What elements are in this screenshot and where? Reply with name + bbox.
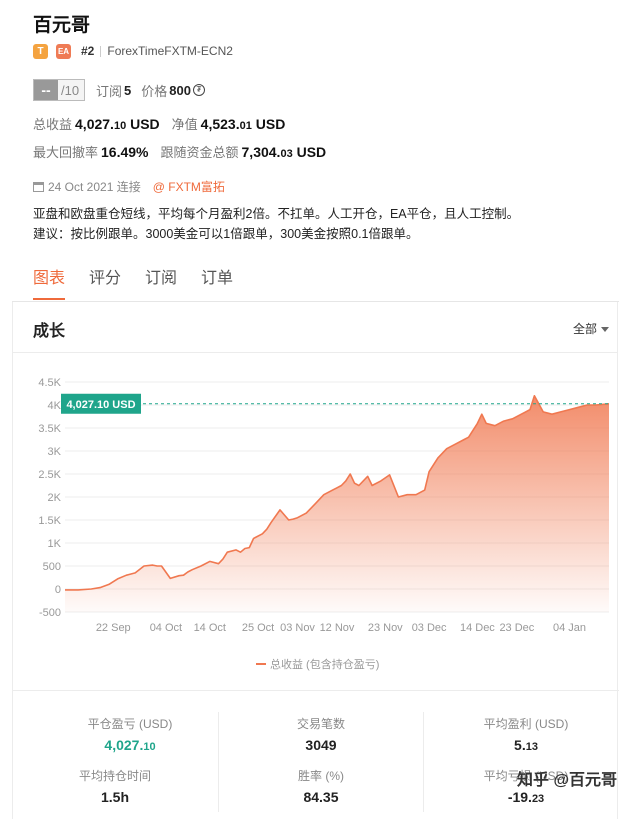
y-tick-label: 2.5K <box>38 469 61 481</box>
y-tick-label: 3K <box>48 446 62 458</box>
tab-chart[interactable]: 图表 <box>33 264 66 300</box>
drawdown-row: 最大回撤率 16.49% 跟随资金总额 7,304.03 USD <box>33 142 338 162</box>
score-box: -- /10 <box>33 79 85 101</box>
score-row: -- /10 订阅 5 价格 800 ₮ <box>33 79 205 101</box>
kpi-trade-count: 交易笔数 3049 <box>296 717 345 753</box>
price-value: 800 <box>169 82 191 98</box>
x-tick-label: 12 Nov <box>320 622 355 634</box>
y-tick-label: 1K <box>48 538 62 550</box>
x-tick-label: 04 Jan <box>553 622 586 634</box>
x-tick-label: 22 Sep <box>96 622 131 634</box>
connected-row: 24 Oct 2021 连接 @ FXTM富拓 <box>33 178 225 195</box>
follow-funds-label: 跟随资金总额 <box>160 145 239 160</box>
tab-rating[interactable]: 评分 <box>89 264 121 300</box>
trader-type-badge: T <box>33 43 48 59</box>
total-profit-value: 4,027.10 USD <box>75 116 160 132</box>
price-label: 价格 <box>141 83 168 99</box>
y-tick-label: 0 <box>55 584 61 596</box>
y-tick-label: 4K <box>48 400 62 412</box>
x-tick-label: 23 Dec <box>499 622 534 634</box>
y-tick-label: 500 <box>43 561 61 573</box>
calendar-icon <box>33 181 44 192</box>
trader-name: 百元哥 <box>33 15 91 36</box>
x-tick-label: 04 Oct <box>150 622 182 634</box>
divider <box>218 712 219 812</box>
divider <box>423 712 424 812</box>
y-tick-label: 4.5K <box>38 377 61 389</box>
trader-meta: T EA #2 ForexTimeFXTM-ECN2 <box>33 43 233 59</box>
y-tick-label: -500 <box>39 607 61 619</box>
score-denominator: /10 <box>61 82 80 98</box>
subscriptions-label: 订阅 <box>96 83 123 99</box>
x-tick-label: 03 Nov <box>280 622 315 634</box>
strategy-description: 亚盘和欧盘重仓短线，平均每个月盈利2倍。不扛单。人工开仓，EA平仓，且人工控制。… <box>33 204 613 244</box>
total-profit-label: 总收益 <box>33 117 73 132</box>
subscriptions-value: 5 <box>124 82 132 98</box>
follow-funds-value: 7,304.03 USD <box>241 144 327 160</box>
rank-label: #2 <box>81 44 95 58</box>
kpi-closed-pnl: 平仓盈亏 (USD) 4,027.10 <box>87 717 173 753</box>
tab-subscribe[interactable]: 订阅 <box>145 264 177 300</box>
y-tick-label: 1.5K <box>38 515 61 527</box>
net-value-value: 4,523.01 USD <box>200 116 286 132</box>
growth-chart: 4.5K 4K 3.5K 3K 2.5K 2K 1.5K 1K 500 0 -500 22 Sep 04… <box>38 377 610 671</box>
x-tick-label: 14 Dec <box>460 622 495 634</box>
legend-label: 总收益 (包含持仓盈亏) <box>270 657 379 671</box>
tab-bar: 图表 评分 订阅 订单 <box>33 264 257 300</box>
description-line: 亚盘和欧盘重仓短线，平均每个月盈利2倍。不扛单。人工开仓，EA平仓，且人工控制。 <box>33 207 520 221</box>
coin-icon: ₮ <box>192 84 205 96</box>
score-value: -- <box>34 80 58 100</box>
y-tick-label: 3.5K <box>38 423 61 435</box>
divider <box>12 690 619 691</box>
x-tick-label: 03 Dec <box>412 622 447 634</box>
broker-server: ForexTimeFXTM-ECN2 <box>107 44 233 58</box>
tab-orders[interactable]: 订单 <box>201 264 233 300</box>
x-tick-label: 23 Nov <box>368 622 403 634</box>
divider <box>100 45 102 57</box>
max-drawdown-label: 最大回撤率 <box>33 145 99 160</box>
profit-row: 总收益 4,027.10 USD 净值 4,523.01 USD <box>33 114 297 134</box>
x-tick-label: 25 Oct <box>242 622 274 634</box>
current-value-label: 4,027.10 USD <box>66 399 135 411</box>
net-value-label: 净值 <box>171 117 198 132</box>
x-tick-label: 14 Oct <box>194 622 226 634</box>
kpi-avg-hold-time: 平均持仓时间 1.5h <box>78 769 151 805</box>
max-drawdown-value: 16.49% <box>101 144 149 160</box>
broker-link[interactable]: @ FXTM富拓 <box>153 178 225 195</box>
connected-date: 24 Oct 2021 连接 <box>48 180 141 194</box>
ea-badge: EA <box>56 43 71 59</box>
watermark: 知乎 @百元哥 <box>517 772 618 789</box>
kpi-win-rate: 胜率 (%) 84.35 <box>298 769 344 805</box>
y-tick-label: 2K <box>48 492 62 504</box>
kpi-avg-profit: 平均盈利 (USD) 5.13 <box>483 717 569 753</box>
description-line: 建议：按比例跟单。3000美金可以1倍跟单，300美金按照0.1倍跟单。 <box>33 227 419 241</box>
